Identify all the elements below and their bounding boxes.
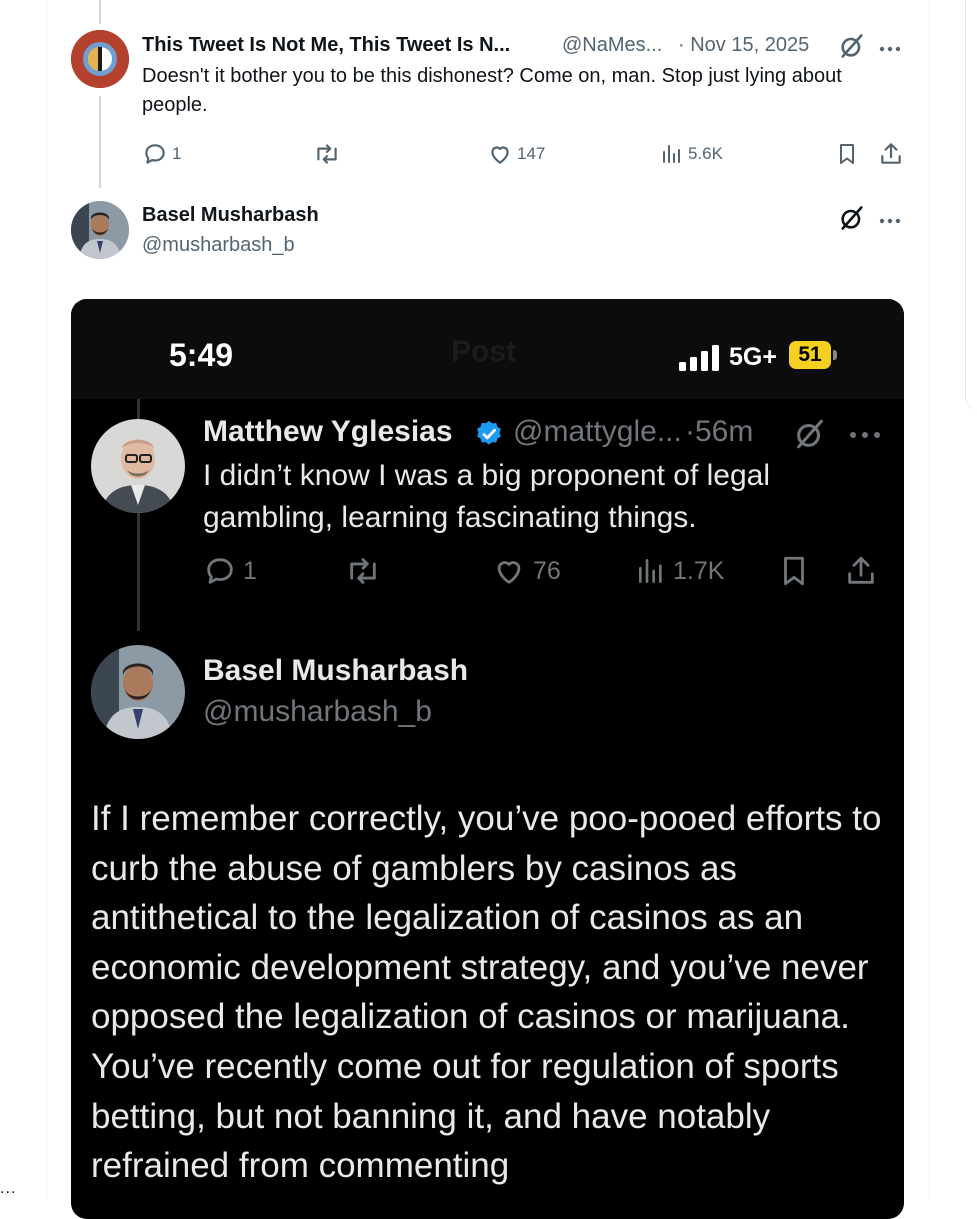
share-icon[interactable] [878,141,904,172]
retweet-icon [350,558,376,584]
author-handle: @musharbash_b [203,695,432,728]
view-count: 1.7K [673,556,725,585]
user-avatar [91,419,185,513]
tweet-text: Doesn't it bother you to be this dishone… [142,65,842,116]
person-photo-icon [91,419,185,513]
retweet-button [344,554,382,588]
battery-cap [833,350,837,360]
timeline-left-border [46,0,47,1200]
views-icon [639,559,662,583]
author-name[interactable]: Basel Musharbash [142,204,319,227]
grok-icon [793,417,827,456]
retweet-icon [317,144,337,164]
overflow-text: ... [0,1180,17,1197]
more-options-icon[interactable] [878,212,902,230]
verified-badge-icon [474,419,504,454]
person-photo-icon [91,645,185,739]
reply-icon [145,144,165,164]
tweet-text: I didn’t know I was a big proponent of l… [203,459,771,534]
sidebar-card-edge [965,0,977,410]
author-name: Matthew Yglesias [203,415,453,448]
views-button[interactable]: 5.6K [660,141,723,167]
share-icon [843,554,879,593]
author-handle[interactable]: @NaMes... [562,34,662,57]
views-button: 1.7K [635,554,724,588]
author-handle[interactable]: @musharbash_b [142,234,295,257]
signal-icon [679,345,723,376]
grok-icon[interactable] [838,32,866,65]
like-count: 147 [517,144,546,163]
tweet-time: ·56m [685,415,754,448]
user-avatar[interactable] [71,30,129,88]
author-handle: @mattygle... [513,415,682,448]
bookmark-icon[interactable] [835,141,859,172]
grok-icon[interactable] [838,204,866,237]
thread-connector-top [99,0,101,24]
more-options-icon [848,427,882,445]
reply-count: 1 [172,144,182,163]
retweet-button[interactable] [313,141,341,167]
thread-connector [99,96,101,188]
logo-avatar-icon [71,30,129,88]
author-name: Basel Musharbash [203,654,469,687]
header-title-faded: Post [451,335,517,368]
heart-icon [491,146,509,164]
user-avatar[interactable] [71,201,129,259]
reply-button: 1 [203,554,257,588]
reply-icon [207,558,233,584]
like-count: 76 [533,556,561,585]
more-options-icon[interactable] [878,40,902,58]
network-type: 5G+ [729,343,777,371]
bookmark-icon [777,554,811,593]
view-count: 5.6K [688,144,723,163]
views-icon [663,145,680,163]
status-time: 5:49 [169,337,234,373]
reply-button[interactable]: 1 [142,141,181,167]
tweet-text: If I remember correctly, you’ve poo-pooe… [91,799,882,1186]
battery-indicator: 51 [789,341,831,369]
like-button: 76 [491,554,561,588]
person-photo-icon [71,201,129,259]
reply-count: 1 [243,556,257,585]
timeline-right-border [929,0,930,1200]
like-button[interactable]: 147 [487,141,545,167]
user-avatar [91,645,185,739]
author-name[interactable]: This Tweet Is Not Me, This Tweet Is N... [142,34,510,57]
tweet-date[interactable]: · Nov 15, 2025 [678,34,809,57]
heart-icon [497,561,521,584]
attached-screenshot-image[interactable]: Post 5:49 5G+ 51 Matthew Yglesias @matty… [71,299,904,1219]
